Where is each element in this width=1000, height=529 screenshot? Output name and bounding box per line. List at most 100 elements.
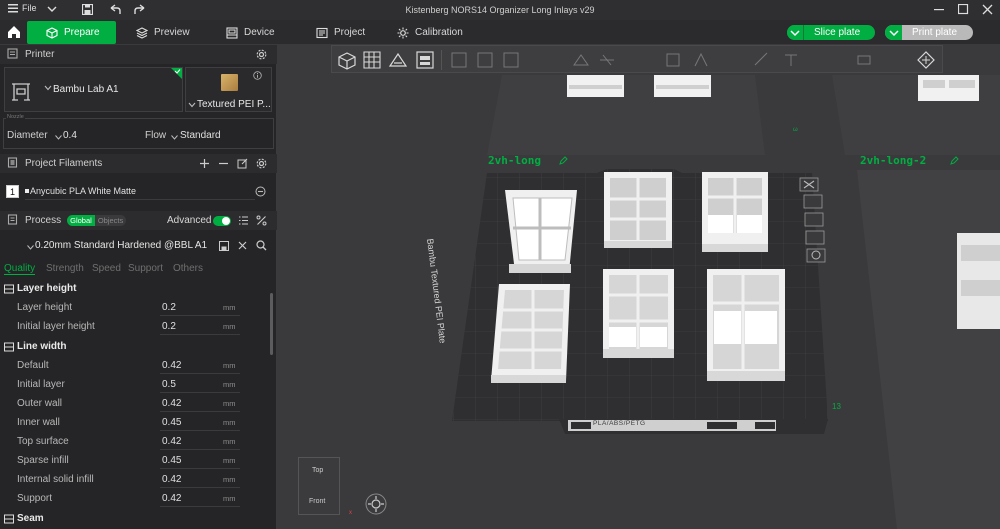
organizer-box-3[interactable] bbox=[702, 172, 768, 252]
reset-view-icon[interactable] bbox=[365, 493, 387, 518]
move-icon[interactable] bbox=[450, 51, 468, 72]
more-options-icon[interactable] bbox=[255, 186, 266, 200]
process-preset[interactable]: 0.20mm Standard Hardened @BBL A1 bbox=[0, 236, 277, 255]
3d-viewport[interactable]: ω 2vh-long 2vh-long-2 Bambu Textured PEI… bbox=[277, 45, 1000, 529]
organizer-box-1[interactable] bbox=[505, 190, 577, 273]
param-input[interactable]: 0.42 bbox=[162, 436, 222, 447]
save-preset-icon[interactable] bbox=[219, 241, 229, 254]
search-icon[interactable] bbox=[256, 240, 267, 254]
filaments-section-title: Project Filaments bbox=[25, 158, 103, 169]
flow-select[interactable]: Standard bbox=[180, 130, 221, 141]
print-plate-button[interactable]: Print plate bbox=[885, 25, 973, 40]
close-icon[interactable] bbox=[982, 4, 993, 18]
tab-prepare[interactable]: Prepare bbox=[27, 21, 116, 44]
viewport-toolbar bbox=[331, 45, 943, 73]
group-layer-height: Layer height bbox=[4, 283, 76, 294]
chevron-down-icon[interactable] bbox=[47, 4, 57, 17]
tab-preview[interactable]: Preview bbox=[136, 21, 190, 44]
dropdown-chevron-icon[interactable] bbox=[787, 25, 804, 40]
param-input[interactable]: 0.2 bbox=[162, 302, 222, 313]
filament-item[interactable]: 1 Anycubic PLA White Matte bbox=[6, 184, 271, 200]
close-icon[interactable] bbox=[238, 241, 247, 253]
tab-calibration[interactable]: Calibration bbox=[397, 21, 463, 44]
minimize-icon[interactable] bbox=[933, 3, 945, 18]
print-plate-label: Print plate bbox=[912, 27, 958, 38]
file-menu[interactable]: File bbox=[8, 3, 37, 13]
organizer-box-4[interactable] bbox=[491, 284, 570, 383]
view-mode-icon[interactable] bbox=[916, 50, 936, 73]
auto-orient-icon[interactable] bbox=[387, 49, 409, 74]
param-unit: mm bbox=[223, 456, 236, 465]
settings-scrollbar[interactable] bbox=[270, 293, 273, 355]
param-input[interactable]: 0.42 bbox=[162, 474, 222, 485]
gear-icon[interactable] bbox=[256, 158, 267, 172]
scene-canvas[interactable]: ω bbox=[277, 45, 1000, 529]
plate1-name[interactable]: 2vh-long bbox=[488, 154, 541, 167]
edit-name-icon[interactable] bbox=[950, 156, 959, 168]
add-icon[interactable] bbox=[199, 158, 210, 172]
param-unit: mm bbox=[223, 475, 236, 484]
cut-icon[interactable] bbox=[598, 51, 616, 72]
advanced-switch[interactable] bbox=[213, 216, 231, 226]
view-cube-front[interactable]: Front bbox=[309, 498, 325, 505]
redo-icon[interactable] bbox=[134, 4, 146, 18]
layout-icon[interactable] bbox=[414, 49, 436, 74]
param-unit: mm bbox=[223, 322, 236, 331]
diameter-select[interactable]: 0.4 bbox=[63, 130, 138, 141]
tab-project[interactable]: Project bbox=[316, 21, 365, 44]
tab-quality[interactable]: Quality bbox=[4, 263, 36, 275]
percent-icon[interactable] bbox=[256, 215, 267, 229]
support-paint-icon[interactable] bbox=[664, 51, 682, 72]
input-underline bbox=[160, 334, 240, 335]
preview-icon bbox=[136, 26, 148, 39]
param-input[interactable]: 0.2 bbox=[162, 321, 222, 332]
scale-icon[interactable] bbox=[502, 51, 520, 72]
add-part-icon[interactable] bbox=[336, 49, 358, 74]
tab-device[interactable]: Device bbox=[226, 21, 275, 44]
gear-icon[interactable] bbox=[256, 49, 267, 63]
remove-icon[interactable] bbox=[218, 158, 229, 172]
text-tool-icon[interactable] bbox=[782, 51, 800, 72]
plate-type-card[interactable]: Textured PEI P... bbox=[185, 67, 272, 112]
list-icon[interactable] bbox=[238, 215, 249, 229]
tab-speed[interactable]: Speed bbox=[92, 263, 121, 274]
param-layer-height: Layer height 0.2 mm bbox=[0, 298, 268, 317]
param-input[interactable]: 0.45 bbox=[162, 455, 222, 466]
tab-others[interactable]: Others bbox=[173, 263, 203, 274]
printer-card[interactable]: Bambu Lab A1 bbox=[4, 67, 183, 112]
param-input[interactable]: 0.42 bbox=[162, 493, 222, 504]
organizer-box-2[interactable] bbox=[604, 172, 672, 248]
param-input[interactable]: 0.45 bbox=[162, 417, 222, 428]
seam-paint-icon[interactable] bbox=[692, 51, 710, 72]
view-cube[interactable]: Top Front x bbox=[298, 457, 352, 516]
tab-strength[interactable]: Strength bbox=[46, 263, 84, 274]
organizer-box-6[interactable] bbox=[707, 269, 785, 381]
organizer-box-5[interactable] bbox=[603, 269, 674, 358]
rotate-icon[interactable] bbox=[476, 51, 494, 72]
undo-icon[interactable] bbox=[109, 4, 121, 18]
assembly-icon[interactable] bbox=[855, 51, 873, 72]
process-section-header: Process Global Objects Advanced bbox=[0, 211, 277, 230]
info-icon[interactable] bbox=[253, 71, 262, 83]
lay-on-face-icon[interactable] bbox=[572, 51, 590, 72]
tab-support[interactable]: Support bbox=[128, 263, 163, 274]
slice-plate-button[interactable]: Slice plate bbox=[787, 25, 875, 40]
param-input[interactable]: 0.42 bbox=[162, 398, 222, 409]
objects-toggle[interactable]: Objects bbox=[94, 215, 127, 226]
maximize-icon[interactable] bbox=[957, 3, 969, 18]
background-plate-left bbox=[487, 75, 765, 155]
edit-name-icon[interactable] bbox=[559, 156, 568, 168]
plate-thumbnail-icon bbox=[221, 74, 238, 91]
view-cube-top[interactable]: Top bbox=[312, 467, 323, 474]
measure-icon[interactable] bbox=[753, 51, 771, 72]
edit-icon[interactable] bbox=[237, 158, 248, 172]
home-icon[interactable] bbox=[7, 25, 21, 42]
save-icon[interactable] bbox=[81, 3, 94, 18]
dropdown-chevron-icon[interactable] bbox=[885, 25, 902, 40]
param-input[interactable]: 0.5 bbox=[162, 379, 222, 390]
param-label: Top surface bbox=[17, 436, 69, 447]
arrange-grid-icon[interactable] bbox=[361, 49, 383, 74]
param-input[interactable]: 0.42 bbox=[162, 360, 222, 371]
global-toggle[interactable]: Global bbox=[67, 215, 95, 226]
plate2-name[interactable]: 2vh-long-2 bbox=[860, 154, 926, 167]
